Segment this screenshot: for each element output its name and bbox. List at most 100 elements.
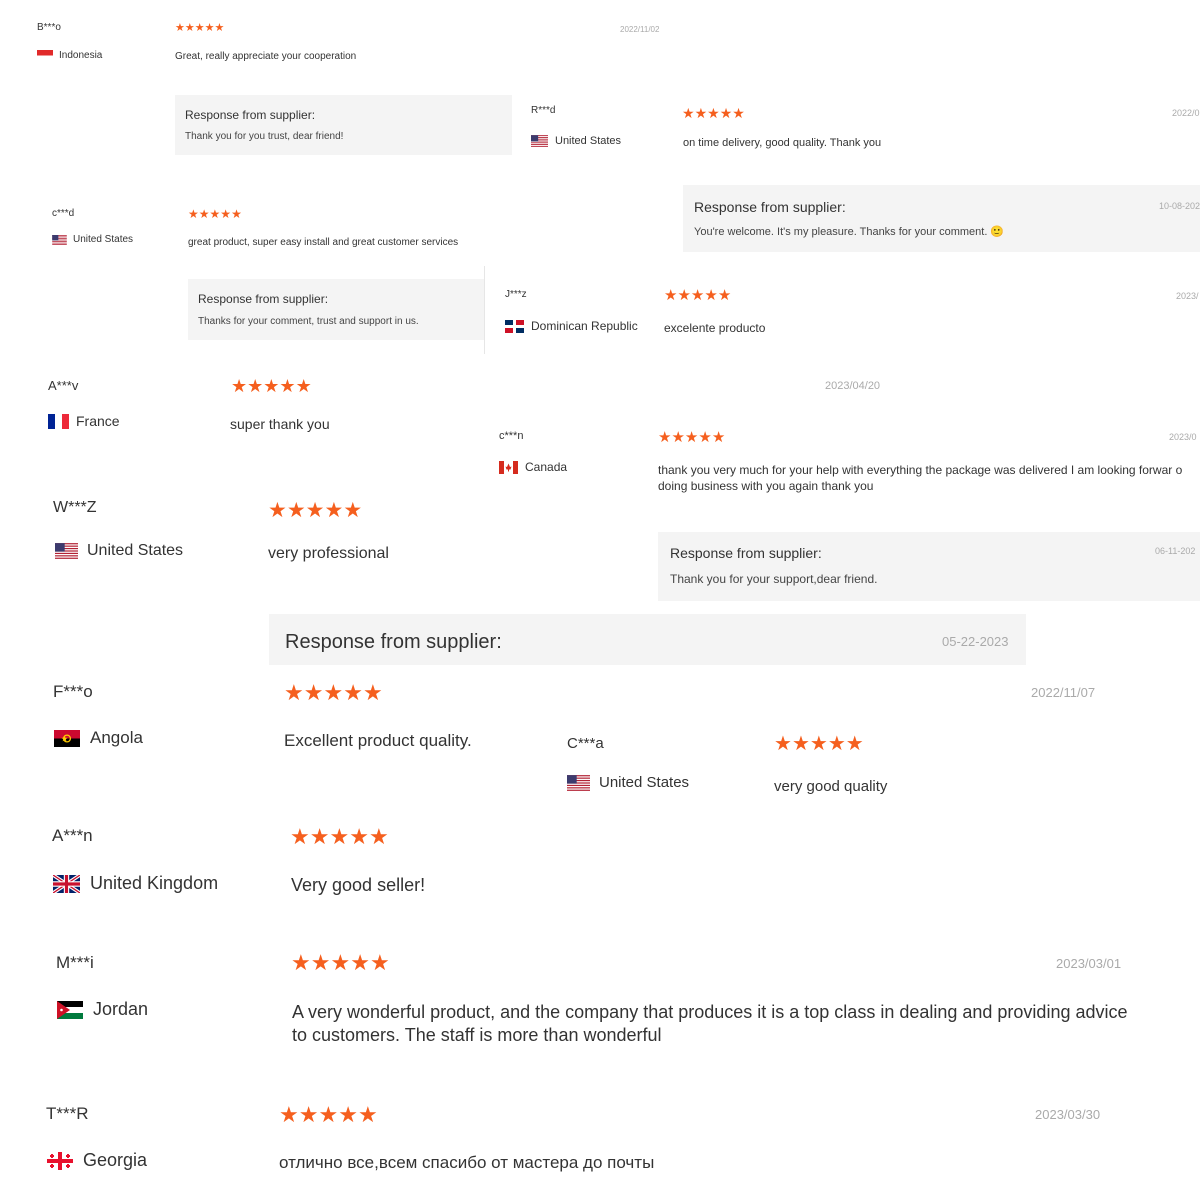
star-icon: ★ <box>791 733 810 755</box>
response-text: Thanks for your comment, trust and suppo… <box>198 316 419 327</box>
reviewer-country: France <box>48 413 120 429</box>
star-icon: ★ <box>357 1102 378 1127</box>
country-name: Indonesia <box>59 50 103 61</box>
star-icon: ★ <box>827 733 846 755</box>
star-icon: ★ <box>194 22 205 34</box>
star-icon: ★ <box>268 499 287 522</box>
country-name: Dominican Republic <box>531 319 638 333</box>
star-icon: ★ <box>291 950 311 975</box>
response-title: Response from supplier: <box>198 292 329 306</box>
star-icon: ★ <box>318 1102 339 1127</box>
reviewer-country: Canada <box>499 460 567 474</box>
review-comment: very professional <box>268 545 389 562</box>
supplier-response: Response from supplier: You're welcome. … <box>683 185 1200 252</box>
reviewer-country: Dominican Republic <box>505 319 638 333</box>
flag-united-kingdom-icon <box>53 874 80 893</box>
star-icon: ★ <box>664 287 678 304</box>
star-icon: ★ <box>295 376 312 396</box>
rating-stars: ★ ★ ★ ★ ★ <box>268 500 362 521</box>
star-icon: ★ <box>309 824 330 849</box>
supplier-response: Response from supplier: Thank you for yo… <box>658 532 1200 601</box>
star-icon: ★ <box>263 376 280 396</box>
star-icon: ★ <box>303 680 324 705</box>
supplier-response: Response from supplier: Thanks for your … <box>188 279 484 340</box>
flag-united-states-icon <box>52 234 67 245</box>
star-icon: ★ <box>175 22 185 34</box>
review-comment: Very good seller! <box>291 875 426 895</box>
reviewer-country: United States <box>55 542 183 560</box>
flag-dominican-republic-icon <box>505 319 524 333</box>
response-text: Thank you for your support,dear friend. <box>670 572 878 586</box>
review-comment: very good quality <box>774 778 888 795</box>
review-comment: thank you very much for your help with e… <box>658 463 1183 493</box>
country-name: Georgia <box>83 1150 148 1170</box>
country-name: Angola <box>90 728 143 747</box>
star-icon: ★ <box>698 429 712 446</box>
response-title: Response from supplier: <box>694 199 846 215</box>
star-icon: ★ <box>298 1102 319 1127</box>
flag-angola-icon <box>54 729 80 747</box>
star-icon: ★ <box>324 499 344 522</box>
reviewer-name: T***R <box>46 1104 89 1123</box>
star-icon: ★ <box>279 1102 299 1127</box>
star-icon: ★ <box>286 499 306 522</box>
flag-united-states-icon <box>567 774 590 791</box>
reviewer-name: F***o <box>53 682 93 701</box>
country-name: United States <box>555 135 622 147</box>
star-icon: ★ <box>732 105 745 121</box>
star-icon: ★ <box>684 429 699 446</box>
flag-jordan-icon <box>57 1000 83 1019</box>
star-icon: ★ <box>809 733 828 755</box>
rating-stars: ★ ★ ★ ★ ★ <box>682 106 745 120</box>
reviewer-name: W***Z <box>53 499 97 516</box>
country-name: France <box>76 413 120 429</box>
review-date: 2023/0 <box>1169 432 1197 442</box>
reviewer-country: Angola <box>54 728 143 748</box>
star-icon: ★ <box>719 105 733 121</box>
rating-stars: ★ ★ ★ ★ ★ <box>279 1104 378 1126</box>
rating-stars: ★ ★ ★ ★ ★ <box>290 826 389 848</box>
response-title: Response from supplier: <box>185 108 316 122</box>
star-icon: ★ <box>188 207 199 221</box>
review-collage: B***o Indonesia ★ ★ ★ ★ ★ 2022/11/02 Great, … <box>0 0 1200 1200</box>
reviewer-name: R***d <box>531 105 556 116</box>
star-icon: ★ <box>707 105 720 121</box>
country-name: Jordan <box>93 999 149 1019</box>
star-icon: ★ <box>671 429 685 446</box>
country-name: United States <box>599 774 690 791</box>
star-icon: ★ <box>717 287 732 304</box>
star-icon: ★ <box>343 499 363 522</box>
review-date: 2023/ <box>1176 291 1199 301</box>
star-icon: ★ <box>362 680 383 705</box>
review-comment: отлично все,всем спасибо от мастера до п… <box>279 1153 655 1172</box>
flag-indonesia-icon <box>37 50 53 61</box>
rating-stars: ★ ★ ★ ★ ★ <box>664 288 731 303</box>
response-text: Thank you for you trust, dear friend! <box>185 131 344 142</box>
star-icon: ★ <box>845 733 864 755</box>
review-date: 2023/03/30 <box>1035 1107 1101 1122</box>
flag-united-states-icon <box>55 543 78 559</box>
review-comment: on time delivery, good quality. Thank yo… <box>683 137 882 149</box>
star-icon: ★ <box>369 950 390 975</box>
star-icon: ★ <box>231 376 248 396</box>
star-icon: ★ <box>305 499 325 522</box>
star-icon: ★ <box>310 950 331 975</box>
rating-stars: ★ ★ ★ ★ ★ <box>284 682 383 704</box>
reviewer-country: United States <box>52 234 133 245</box>
star-icon: ★ <box>774 733 792 755</box>
star-icon: ★ <box>279 376 296 396</box>
country-name: United States <box>73 234 134 245</box>
supplier-response: Response from supplier: 05-22-2023 <box>269 614 1026 665</box>
star-icon: ★ <box>323 680 344 705</box>
star-icon: ★ <box>330 950 351 975</box>
reviewer-name: C***a <box>567 735 604 752</box>
star-icon: ★ <box>368 824 389 849</box>
reviewer-name: A***n <box>52 826 93 845</box>
star-icon: ★ <box>284 680 304 705</box>
star-icon: ★ <box>231 207 242 221</box>
rating-stars: ★ ★ ★ ★ ★ <box>231 377 312 395</box>
rating-stars: ★ ★ ★ ★ ★ <box>188 208 242 220</box>
star-icon: ★ <box>184 22 195 34</box>
reviewer-name: J***z <box>505 289 527 300</box>
star-icon: ★ <box>198 207 210 221</box>
